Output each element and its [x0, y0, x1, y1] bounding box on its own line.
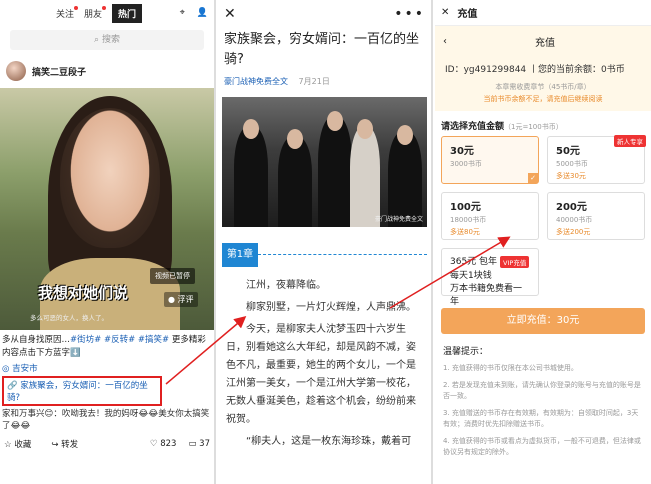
option-50[interactable]: 新人专享 50元 5000书币 多送30元 — [547, 135, 646, 184]
article-panel: ✕ ••• 家族聚会，穷女婿问：一百亿的坐骑? 豪门战神免费全文 7月21日 豪… — [218, 0, 433, 484]
post-actions: ☆ 收藏 ↪ 转发 ♡ 823 ▭ 37 — [0, 434, 214, 454]
favorite-button[interactable]: ☆ 收藏 — [4, 438, 31, 450]
search-icon: ⌕ — [94, 35, 102, 45]
tip-item: 3. 充值赠送的书币存在有效期，有效期为：自领取时间起，3天有效；消费时优先扣除… — [443, 409, 639, 428]
figure-head — [357, 119, 373, 139]
recharge-panel: ✕ 充值 ‹ 充值 ID：yg491299844 丨您的当前余额：0书币 本章需… — [435, 0, 651, 484]
article-meta: 豪门战神免费全文 7月21日 — [218, 72, 431, 91]
chapter-divider — [258, 254, 427, 255]
tip-item: 4. 充值获得的书币或看点为虚拟货币，一般不可退费，但法律或协议另有规定的除外。 — [443, 437, 641, 456]
pip-icon: ● — [168, 295, 178, 304]
share-button[interactable]: ↪ 转发 — [51, 438, 78, 450]
option-vip-yearly[interactable]: 365元 包年 VIP充值 每天1块钱 万本书籍免费看一年 — [441, 248, 539, 307]
post-caption: 多从自身找原因…#街坊# #反转# #搞笑# 更多精彩内容点击下方蓝字⬇️ — [2, 335, 206, 358]
recharge-header: ‹ 充值 — [435, 26, 651, 56]
user-icon[interactable]: 👤 — [197, 8, 208, 18]
post-author[interactable]: 搞笑二豆段子 — [0, 54, 214, 88]
article-link[interactable]: 🔗 家族聚会，穷女婿问：一百亿的坐骑? — [2, 376, 162, 406]
chapter-notice: 本章需收费章节（45书币/章） 当前书币余额不足，请充值后继续阅读 — [435, 81, 651, 111]
figure-head — [287, 129, 303, 149]
paragraph: 柳家别墅，一片灯火辉煌，人声鼎沸。 — [246, 302, 416, 313]
window-title: 充值 — [457, 9, 478, 20]
comment-button[interactable]: ▭ 37 — [188, 439, 210, 449]
location-tag[interactable]: ◎ 吉安市 — [0, 360, 214, 376]
amount-options: 30元 3000书币 ✓ 新人专享 50元 5000书币 多送30元 100元 … — [435, 135, 651, 307]
location-icon: ◎ — [2, 364, 13, 374]
star-icon: ☆ — [4, 440, 15, 450]
paragraph: 今天，是柳家夫人沈梦玉四十六岁生日，别看她这么大年纪，却是风韵不减，姿色不凡，最… — [226, 324, 416, 425]
share-icon: ↪ — [51, 440, 62, 450]
option-200[interactable]: 200元 40000书币 多送200元 — [547, 192, 645, 240]
notification-dot — [102, 5, 107, 10]
top-comment: 家和万事兴😊：吹呦我去！我的妈呀😂😂美女你太搞笑了😂😂 — [2, 409, 210, 431]
hashtags[interactable]: #街坊# #反转# #搞笑# — [70, 335, 169, 345]
paragraph: “柳夫人，这是一枚东海珍珠，戴着可 — [246, 436, 412, 447]
amount-picker-label: 请选择充值金额（1元=100书币） — [441, 122, 563, 132]
article-date: 7月21日 — [298, 77, 330, 86]
figure — [318, 117, 352, 227]
account-info: ID：yg491299844 丨您的当前余额：0书币 — [435, 56, 651, 81]
option-30[interactable]: 30元 3000书币 ✓ — [441, 136, 539, 184]
figure-head — [243, 119, 259, 139]
tab-hot[interactable]: 热门 — [112, 3, 143, 23]
video-player[interactable]: 视频已暂停 我想对她们说 ● 浮评 多么可恶的女人，换人了。 — [0, 88, 214, 330]
tip-item: 1. 充值获得的书币仅限在本公司书城使用。 — [443, 364, 578, 372]
video-small-text: 多么可恶的女人，换人了。 — [30, 314, 108, 322]
video-frame-face — [60, 108, 160, 248]
recharge-topbar: ✕ 充值 — [435, 0, 651, 26]
image-watermark: 豪门战神免费全文 — [374, 216, 423, 223]
figure-lady — [350, 127, 380, 227]
figure — [234, 127, 268, 227]
close-icon[interactable]: ✕ — [441, 7, 449, 18]
comment-icon: ▭ — [188, 439, 200, 449]
header-title: 充值 — [535, 37, 555, 49]
chapter-badge: 第1章 — [222, 243, 258, 267]
vip-badge: VIP充值 — [500, 255, 530, 268]
option-100[interactable]: 100元 18000书币 多送80元 — [441, 192, 539, 240]
figure-head — [327, 111, 343, 131]
tips-title: 温馨提示： — [443, 347, 489, 357]
tips-section: 温馨提示： 1. 充值获得的书币仅限在本公司书城使用。 2. 若是发现充值未到账… — [435, 334, 651, 458]
article-image: 豪门战神免费全文 — [222, 97, 427, 227]
pay-button[interactable]: 立即充值：30元 — [441, 308, 645, 334]
like-button[interactable]: ♡ 823 — [150, 439, 177, 449]
article-source[interactable]: 豪门战神免费全文 — [224, 77, 288, 86]
article-title: 家族聚会，穷女婿问：一百亿的坐骑? — [224, 32, 420, 67]
search-bar[interactable]: ⌕ 搜索 — [10, 30, 204, 50]
figure-head — [397, 125, 413, 145]
author-name[interactable]: 搞笑二豆段子 — [32, 65, 86, 78]
pip-button[interactable]: ● 浮评 — [164, 292, 198, 307]
tab-friends[interactable]: 朋友 — [84, 5, 107, 20]
video-paused-label: 视频已暂停 — [150, 268, 195, 284]
more-icon[interactable]: ••• — [394, 6, 425, 22]
close-icon[interactable]: ✕ — [224, 6, 236, 22]
check-icon: ✓ — [528, 173, 538, 183]
tab-following[interactable]: 关注 — [56, 5, 79, 20]
avatar[interactable] — [6, 61, 26, 81]
video-subtitle: 我想对她们说 — [38, 284, 129, 302]
figure — [278, 137, 312, 227]
location-pin-icon[interactable]: ⌖ — [180, 8, 185, 18]
feed-tabs: 关注 朋友 热门 — [56, 3, 143, 23]
link-icon: 🔗 — [7, 381, 21, 391]
chapter-header: 第1章 — [218, 243, 431, 267]
notification-dot — [74, 5, 79, 10]
new-user-badge: 新人专享 — [614, 135, 646, 147]
tip-item: 2. 若是发现充值未到账，请先确认你登录的账号与充值的账号是否一致。 — [443, 381, 641, 400]
feed-panel: 关注 朋友 热门 ⌖ 👤 ⌕ 搜索 搞笑二豆段子 视频已暂停 我想对她们说 ● … — [0, 0, 216, 484]
paragraph: 江州，夜幕降临。 — [246, 280, 326, 291]
figure — [388, 132, 422, 227]
feed-topbar: 关注 朋友 热门 ⌖ 👤 — [0, 0, 214, 26]
article-topbar: ✕ ••• — [218, 0, 431, 28]
heart-icon: ♡ — [149, 439, 161, 449]
